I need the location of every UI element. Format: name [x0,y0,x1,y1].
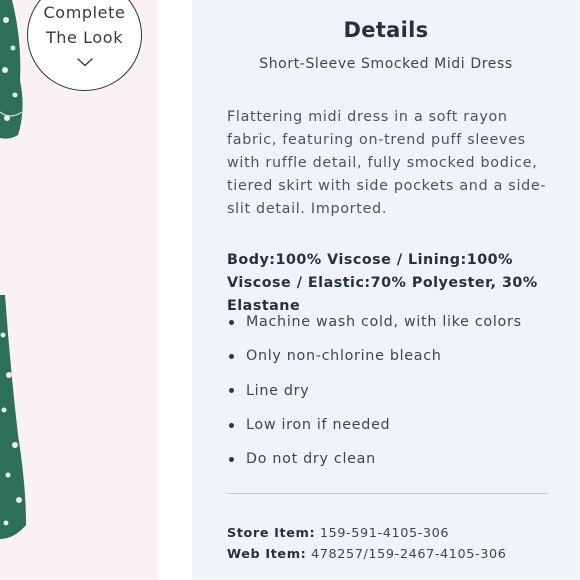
web-item-number: Web Item: 478257/159-2467-4105-306 [227,547,506,562]
complete-look-label-line1: Complete [43,3,126,22]
list-item: Line dry [227,374,522,408]
store-item-value: 159-591-4105-306 [319,526,450,541]
bullet-icon [229,388,234,394]
web-item-value: 478257/159-2467-4105-306 [311,547,507,562]
care-instruction-text: Low iron if needed [246,417,391,434]
care-instruction-text: Machine wash cold, with like colors [246,314,522,331]
bullet-icon [229,353,234,359]
details-heading: Details [343,18,429,42]
bullet-icon [229,319,234,325]
care-instructions-list: Machine wash cold, with like colors Only… [227,305,522,476]
product-name: Short-Sleeve Smocked Midi Dress [259,56,513,72]
list-item: Do not dry clean [227,442,522,476]
bullet-icon [229,456,234,462]
bullet-icon [229,422,234,428]
divider [227,493,548,494]
chevron-down-icon [76,58,93,67]
store-item-number: Store Item: 159-591-4105-306 [227,526,449,541]
details-panel: Details Short-Sleeve Smocked Midi Dress … [192,0,580,580]
care-instruction-text: Do not dry clean [246,451,376,468]
product-image[interactable]: Complete The Look [0,0,158,580]
complete-look-label-line2: The Look [45,28,124,47]
list-item: Machine wash cold, with like colors [227,305,522,339]
product-description: Flattering midi dress in a soft rayon fa… [227,109,547,217]
care-instruction-text: Line dry [246,382,310,399]
care-instruction-text: Only non-chlorine bleach [246,348,442,365]
store-item-label: Store Item: [227,526,316,541]
list-item: Only non-chlorine bleach [227,339,522,373]
complete-the-look-button[interactable]: Complete The Look [27,0,142,91]
list-item: Low iron if needed [227,408,522,442]
web-item-label: Web Item: [227,547,307,562]
gutter [158,0,192,580]
dress-skirt-image [0,295,26,539]
